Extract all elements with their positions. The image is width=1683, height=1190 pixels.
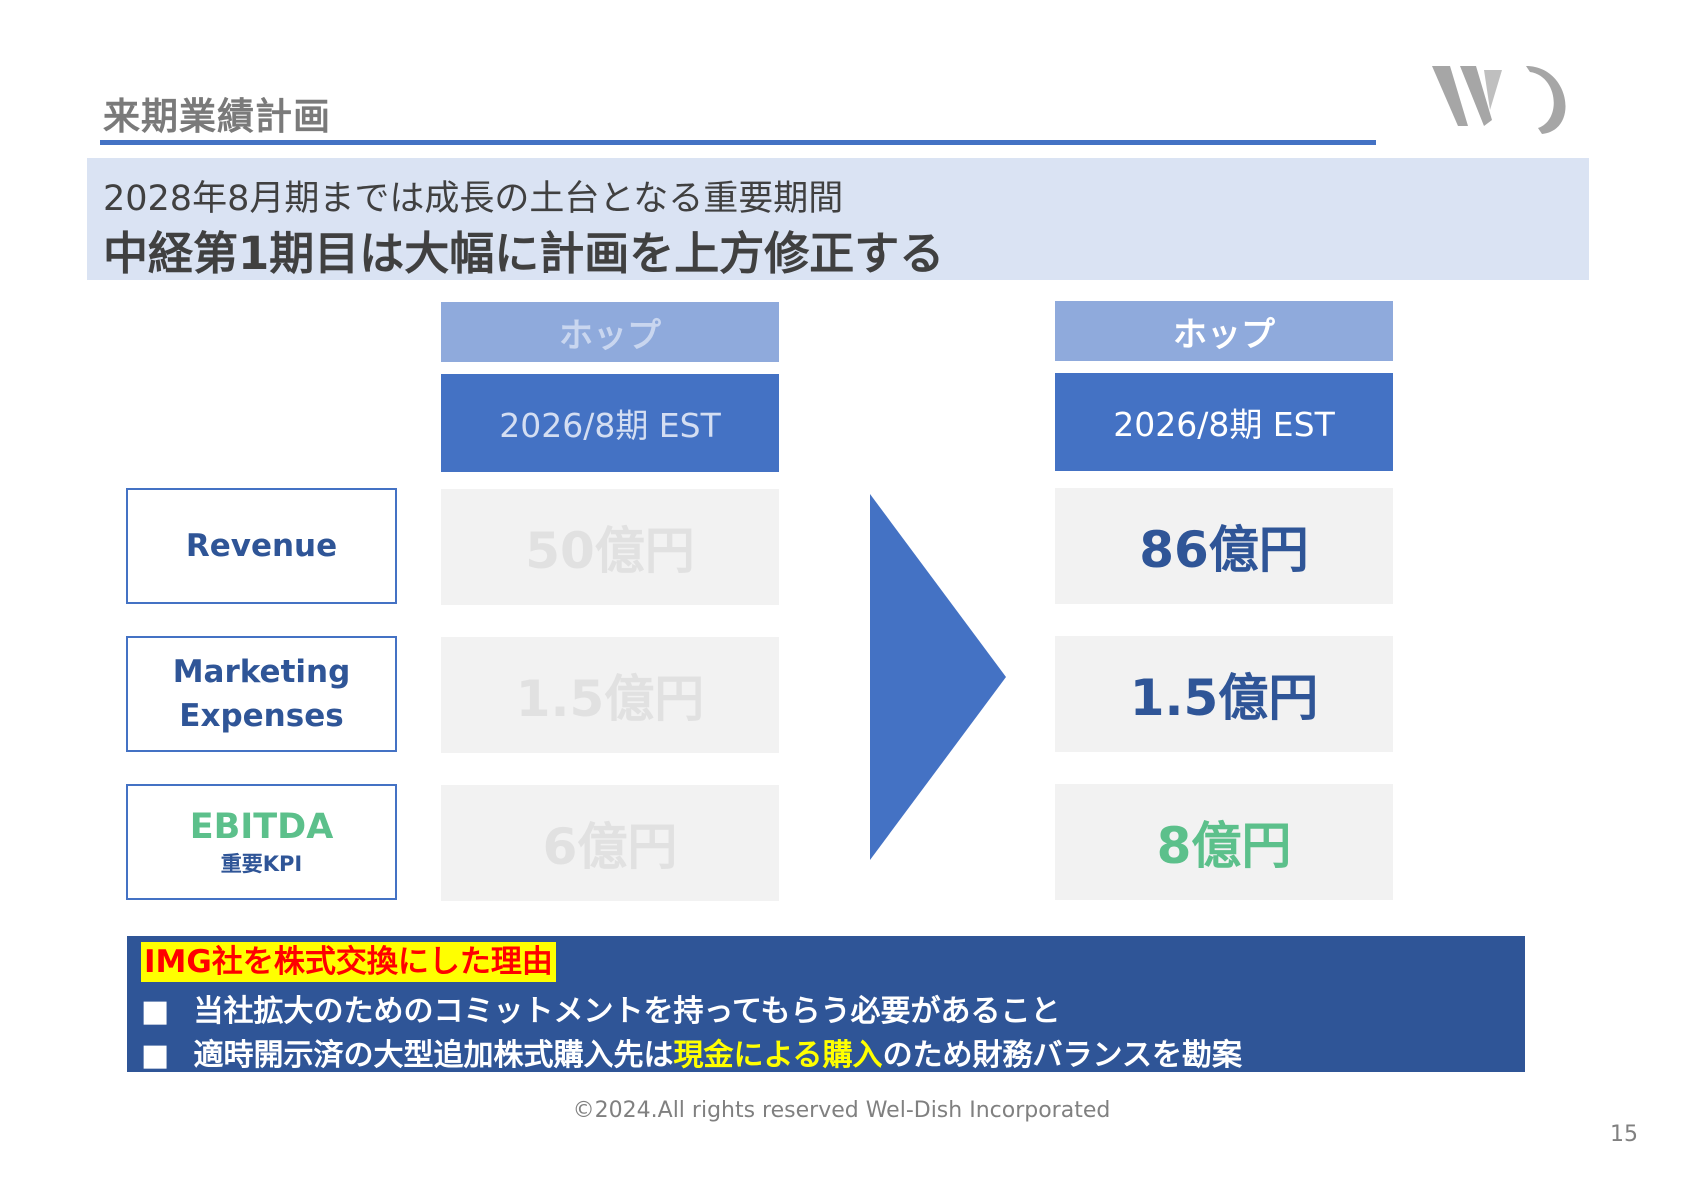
bullet-text-after: のため財務バランスを勘案 — [882, 1038, 1242, 1073]
row-label-text: Revenue — [185, 528, 338, 564]
reason-bullet-1: ■ 当社拡大のためのコミットメントを持ってもらう必要があること — [141, 986, 1060, 1030]
period-header-new: 2026/8期 EST — [1055, 373, 1393, 471]
page-title: 来期業績計画 — [103, 95, 331, 138]
row-label-ebitda: EBITDA 重要KPI — [126, 784, 397, 900]
reason-heading: IMG社を株式交換にした理由 — [141, 942, 556, 982]
right-arrow-icon — [870, 494, 1006, 860]
period-header-old: 2026/8期 EST — [441, 374, 779, 472]
old-value-marketing: 1.5億円 — [441, 637, 779, 753]
banner-headline: 中経第1期目は大幅に計画を上方修正する — [103, 227, 945, 280]
row-label-text: Marketing — [172, 654, 351, 690]
company-logo — [1432, 66, 1566, 134]
phase-header-new: ホップ — [1055, 301, 1393, 361]
row-label-revenue: Revenue — [126, 488, 397, 604]
phase-header-old: ホップ — [441, 302, 779, 362]
banner-subtitle: 2028年8月期までは成長の土台となる重要期間 — [103, 179, 844, 219]
page-number: 15 — [1610, 1122, 1638, 1147]
title-underline — [100, 140, 1376, 145]
bullet-text-before: 適時開示済の大型追加株式購入先は — [193, 1038, 674, 1073]
new-value-marketing: 1.5億円 — [1055, 636, 1393, 752]
new-value-revenue: 86億円 — [1055, 488, 1393, 604]
row-label-text: Expenses — [179, 698, 344, 734]
row-label-marketing-expenses: Marketing Expenses — [126, 636, 397, 752]
reason-bullet-2: ■ 適時開示済の大型追加株式購入先は現金による購入のため財務バランスを勘案 — [141, 1030, 1242, 1074]
bullet-text: 当社拡大のためのコミットメントを持ってもらう必要があること — [193, 994, 1061, 1029]
old-value-revenue: 50億円 — [441, 489, 779, 605]
row-sublabel: 重要KPI — [220, 852, 303, 876]
old-value-ebitda: 6億円 — [441, 785, 779, 901]
copyright-footer: ©2024.All rights reserved Wel-Dish Incor… — [572, 1098, 1111, 1123]
row-label-text: EBITDA — [189, 807, 334, 847]
bullet-text-highlight: 現金による購入 — [673, 1038, 883, 1073]
new-value-ebitda: 8億円 — [1055, 784, 1393, 900]
square-bullet-icon: ■ — [141, 994, 170, 1029]
square-bullet-icon: ■ — [141, 1038, 170, 1073]
